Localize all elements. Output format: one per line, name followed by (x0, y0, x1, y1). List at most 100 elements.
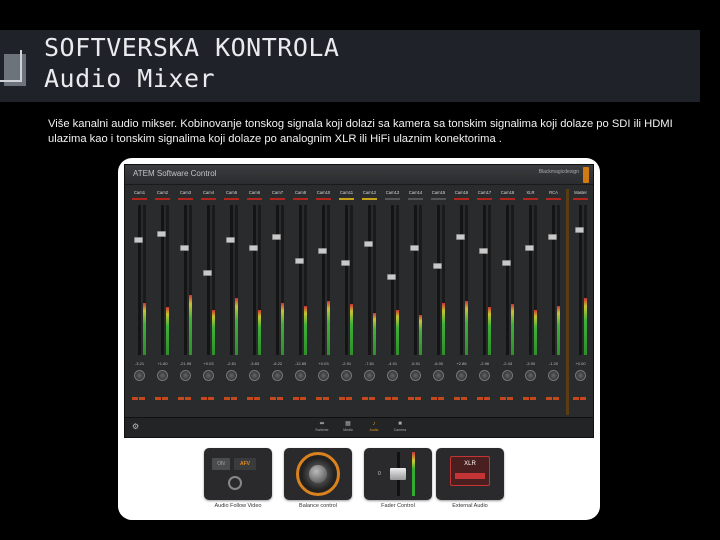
channel-buttons[interactable] (454, 387, 469, 400)
balance-knob[interactable] (525, 370, 536, 381)
tally-indicator (293, 198, 308, 200)
level-meter (189, 205, 192, 355)
fader-handle[interactable] (387, 274, 396, 281)
balance-knob[interactable] (272, 370, 283, 381)
balance-knob[interactable] (387, 370, 398, 381)
fader-handle[interactable] (272, 233, 281, 240)
tab-audio[interactable]: ♪ Audio (363, 420, 385, 436)
channel-label: Cam2 (156, 190, 169, 195)
channel-buttons[interactable] (224, 387, 239, 400)
gain-readout: -3.90 (525, 361, 536, 366)
fader-handle[interactable] (502, 259, 511, 266)
fader-handle[interactable] (433, 262, 442, 269)
level-meter (465, 205, 468, 355)
fader-handle[interactable] (226, 236, 235, 243)
fader-track (506, 205, 509, 355)
level-meter (419, 205, 422, 355)
channel-buttons[interactable] (523, 387, 538, 400)
tally-indicator (546, 198, 561, 200)
channel-label: Cam13 (385, 190, 400, 195)
gain-readout: -3.21 (134, 361, 145, 366)
afv-button[interactable]: AFV (234, 458, 256, 470)
balance-knob[interactable] (203, 370, 214, 381)
balance-knob[interactable] (157, 370, 168, 381)
fader-handle[interactable] (295, 258, 304, 265)
balance-knob[interactable] (296, 452, 340, 496)
channel-buttons[interactable] (293, 387, 308, 400)
channel-buttons[interactable] (247, 387, 262, 400)
blackmagic-logo: Blackmagicdesign (538, 169, 579, 175)
balance-knob[interactable] (180, 370, 191, 381)
fader-track (184, 205, 187, 355)
balance-tile (284, 448, 352, 500)
channel-buttons[interactable] (477, 387, 492, 400)
channel-buttons[interactable] (431, 387, 446, 400)
channel-buttons[interactable] (408, 387, 423, 400)
balance-knob[interactable] (479, 370, 490, 381)
balance-knob[interactable] (341, 370, 352, 381)
balance-knob[interactable] (295, 370, 306, 381)
fader-handle[interactable] (525, 245, 534, 252)
channel-buttons[interactable] (178, 387, 193, 400)
tally-indicator (270, 198, 285, 200)
fader-handle[interactable] (203, 269, 212, 276)
balance-knob[interactable] (134, 370, 145, 381)
fader-handle[interactable] (249, 245, 258, 252)
channel-buttons[interactable] (573, 387, 588, 400)
fader-handle[interactable] (410, 245, 419, 252)
channel-buttons[interactable] (316, 387, 331, 400)
channel-buttons[interactable] (362, 387, 377, 400)
channel-buttons[interactable] (500, 387, 515, 400)
fader-handle[interactable] (318, 248, 327, 255)
channel-buttons[interactable] (155, 387, 170, 400)
gain-readout: -1.20 (548, 361, 559, 366)
switcher-icon: ⬌ (319, 421, 325, 427)
channel-buttons[interactable] (339, 387, 354, 400)
channel-strip: Cam10 +0.03 (313, 189, 334, 415)
channel-buttons[interactable] (132, 387, 147, 400)
fader-handle[interactable] (180, 245, 189, 252)
channel-buttons[interactable] (201, 387, 216, 400)
fader-handle[interactable] (548, 233, 557, 240)
fader-handle[interactable] (134, 236, 143, 243)
channel-label: Cam17 (477, 190, 492, 195)
balance-knob[interactable] (364, 370, 375, 381)
tally-indicator (201, 198, 216, 200)
tab-media[interactable]: ▦ Media (337, 420, 359, 436)
fader-handle[interactable] (479, 248, 488, 255)
balance-knob[interactable] (502, 370, 513, 381)
balance-knob[interactable] (249, 370, 260, 381)
fader-handle[interactable] (157, 230, 166, 237)
afv-on-button[interactable]: ON (212, 458, 230, 470)
channel-buttons[interactable] (385, 387, 400, 400)
fader-track (552, 205, 555, 355)
fader-handle[interactable] (341, 259, 350, 266)
gear-icon[interactable]: ⚙ (132, 422, 139, 431)
channel-strip: RCA -1.20 (543, 189, 564, 415)
gain-readout: -2.96 (479, 361, 490, 366)
xlr-button[interactable]: XLR (450, 456, 490, 486)
balance-knob[interactable] (456, 370, 467, 381)
balance-knob[interactable] (410, 370, 421, 381)
channel-label: Cam7 (271, 190, 284, 195)
tab-switcher[interactable]: ⬌ Switcher (311, 420, 333, 436)
level-meter (488, 205, 491, 355)
channel-strip: Cam15 -6.00 (428, 189, 449, 415)
fader-handle[interactable] (575, 226, 584, 233)
channel-buttons[interactable] (546, 387, 561, 400)
channel-buttons[interactable] (270, 387, 285, 400)
fader-handle[interactable] (364, 241, 373, 247)
fader-handle[interactable] (390, 468, 406, 480)
balance-knob[interactable] (575, 370, 586, 381)
level-meter (304, 205, 307, 355)
level-meter-fill (373, 313, 376, 355)
channel-label: Cam14 (408, 190, 423, 195)
channel-strip: Cam6 -3.83 (244, 189, 265, 415)
tab-camera[interactable]: ■ Camera (389, 420, 411, 436)
balance-knob[interactable] (318, 370, 329, 381)
balance-knob[interactable] (433, 370, 444, 381)
balance-knob[interactable] (548, 370, 559, 381)
balance-knob[interactable] (226, 370, 237, 381)
fader-handle[interactable] (456, 233, 465, 240)
channel-label: Cam1 (133, 190, 146, 195)
